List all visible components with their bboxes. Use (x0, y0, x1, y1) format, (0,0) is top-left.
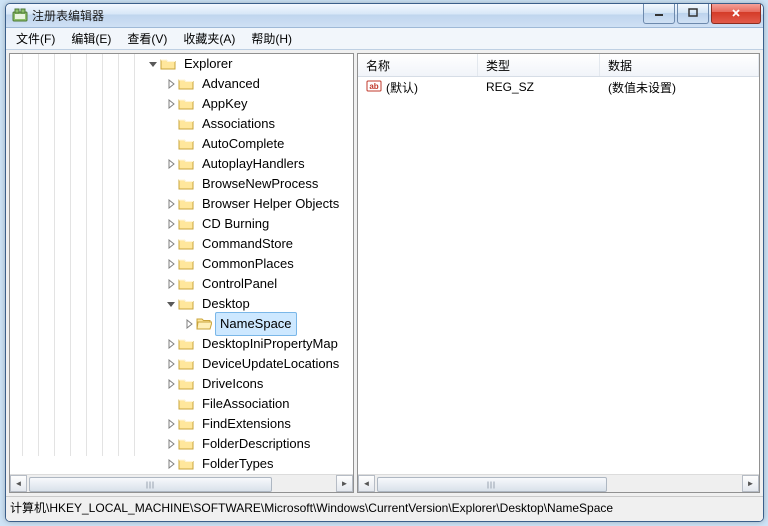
expand-toggle[interactable] (164, 177, 178, 191)
tree-node[interactable]: BrowseNewProcess (10, 174, 353, 194)
expand-toggle[interactable] (164, 157, 178, 171)
expand-toggle[interactable] (164, 277, 178, 291)
scroll-thumb[interactable] (377, 477, 607, 492)
expand-toggle[interactable] (164, 217, 178, 231)
expand-toggle[interactable] (164, 397, 178, 411)
menu-favorites[interactable]: 收藏夹(A) (175, 28, 243, 49)
expand-toggle[interactable] (164, 137, 178, 151)
scroll-thumb[interactable] (29, 477, 272, 492)
tree-node[interactable]: Associations (10, 114, 353, 134)
minimize-button[interactable] (643, 3, 675, 24)
expand-toggle[interactable] (164, 437, 178, 451)
string-value-icon: ab (366, 78, 382, 97)
expand-toggle[interactable] (164, 417, 178, 431)
tree-node[interactable]: CommonPlaces (10, 254, 353, 274)
svg-text:ab: ab (369, 82, 378, 91)
scroll-right-button[interactable]: ► (336, 475, 353, 492)
tree-node-selected[interactable]: NameSpace (10, 314, 353, 334)
tree-node[interactable]: DesktopIniPropertyMap (10, 334, 353, 354)
tree-node[interactable]: AutoComplete (10, 134, 353, 154)
tree-node[interactable]: AutoplayHandlers (10, 154, 353, 174)
menu-edit[interactable]: 编辑(E) (63, 28, 119, 49)
tree-node[interactable]: Desktop (10, 294, 353, 314)
menu-view[interactable]: 查看(V) (119, 28, 175, 49)
values-pane: 名称 类型 数据 ab (默认) REG_SZ(数值未设置) ◄ ► (357, 53, 760, 493)
value-name: (默认) (386, 79, 418, 96)
tree-node[interactable]: FindExtensions (10, 414, 353, 434)
expand-toggle[interactable] (164, 77, 178, 91)
list-row[interactable]: ab (默认) REG_SZ(数值未设置) (358, 77, 759, 97)
window-frame: 注册表编辑器 文件(F) 编辑(E) 查看(V) 收藏夹(A) 帮助(H) Ex… (5, 3, 764, 522)
expand-toggle[interactable] (164, 197, 178, 211)
tree-pane: ExplorerAdvancedAppKeyAssociationsAutoCo… (9, 53, 354, 493)
expand-toggle[interactable] (164, 337, 178, 351)
tree-node[interactable]: FileAssociation (10, 394, 353, 414)
expand-toggle[interactable] (164, 457, 178, 471)
expand-toggle[interactable] (164, 237, 178, 251)
col-type[interactable]: 类型 (478, 54, 600, 76)
window-buttons (643, 3, 761, 23)
statusbar: 计算机\HKEY_LOCAL_MACHINE\SOFTWARE\Microsof… (6, 496, 763, 521)
expand-toggle[interactable] (164, 97, 178, 111)
client-area: ExplorerAdvancedAppKeyAssociationsAutoCo… (6, 50, 763, 521)
tree-node[interactable]: CD Burning (10, 214, 353, 234)
menu-help[interactable]: 帮助(H) (243, 28, 300, 49)
scroll-left-button[interactable]: ◄ (358, 475, 375, 492)
tree-node[interactable]: Browser Helper Objects (10, 194, 353, 214)
tree-node[interactable]: DriveIcons (10, 374, 353, 394)
tree-node[interactable]: FolderDescriptions (10, 434, 353, 454)
expand-toggle[interactable] (164, 257, 178, 271)
list-header[interactable]: 名称 类型 数据 (358, 54, 759, 77)
window-title: 注册表编辑器 (32, 7, 643, 24)
menu-file[interactable]: 文件(F) (8, 28, 63, 49)
tree-node-explorer[interactable]: Explorer (10, 54, 353, 74)
expand-toggle[interactable] (146, 57, 160, 71)
tree-node[interactable]: Advanced (10, 74, 353, 94)
menubar: 文件(F) 编辑(E) 查看(V) 收藏夹(A) 帮助(H) (6, 28, 763, 50)
value-type: REG_SZ (478, 80, 600, 94)
scroll-right-button[interactable]: ► (742, 475, 759, 492)
expand-toggle[interactable] (164, 297, 178, 311)
list-body[interactable]: ab (默认) REG_SZ(数值未设置) (358, 77, 759, 474)
col-data[interactable]: 数据 (600, 54, 759, 76)
list-hscrollbar[interactable]: ◄ ► (358, 474, 759, 492)
expand-toggle[interactable] (182, 317, 196, 331)
close-button[interactable] (711, 3, 761, 24)
tree-node[interactable]: FolderTypes (10, 454, 353, 474)
tree-node[interactable]: DeviceUpdateLocations (10, 354, 353, 374)
tree-node[interactable]: CommandStore (10, 234, 353, 254)
expand-toggle[interactable] (164, 357, 178, 371)
scroll-left-button[interactable]: ◄ (10, 475, 27, 492)
tree-hscrollbar[interactable]: ◄ ► (10, 474, 353, 492)
maximize-button[interactable] (677, 3, 709, 24)
expand-toggle[interactable] (164, 377, 178, 391)
tree-node[interactable]: ControlPanel (10, 274, 353, 294)
col-name[interactable]: 名称 (358, 54, 478, 76)
registry-tree[interactable]: ExplorerAdvancedAppKeyAssociationsAutoCo… (10, 54, 353, 474)
status-path: 计算机\HKEY_LOCAL_MACHINE\SOFTWARE\Microsof… (10, 501, 613, 515)
titlebar[interactable]: 注册表编辑器 (6, 4, 763, 28)
tree-label: FolderTypes (197, 452, 279, 474)
expand-toggle[interactable] (164, 117, 178, 131)
regedit-icon (12, 8, 28, 24)
tree-node[interactable]: AppKey (10, 94, 353, 114)
value-data: (数值未设置) (600, 79, 759, 96)
